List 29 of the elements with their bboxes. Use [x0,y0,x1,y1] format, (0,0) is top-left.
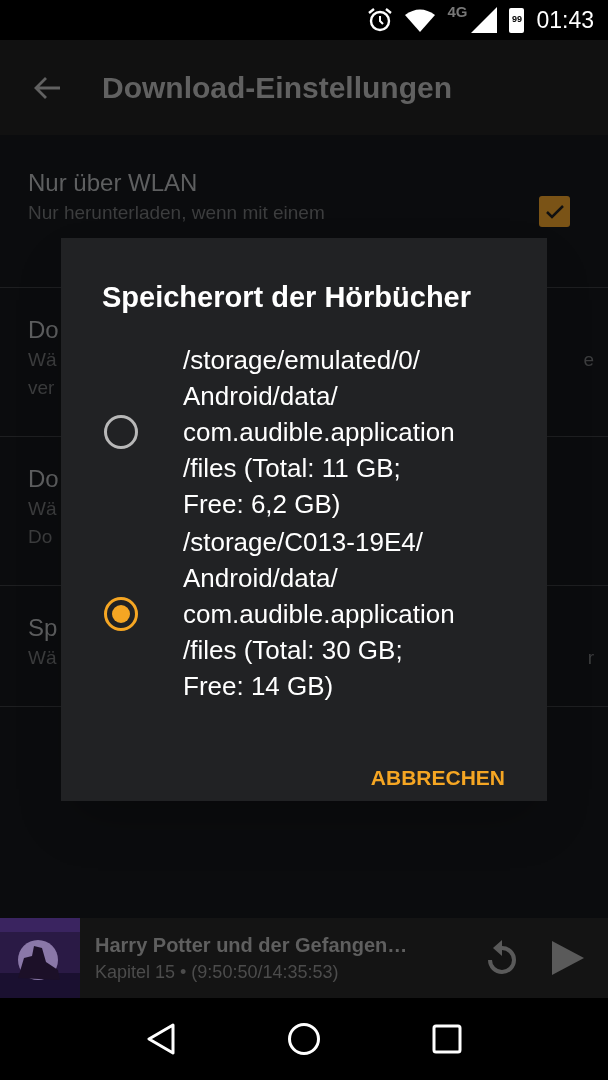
replay-icon [485,940,519,976]
storage-path: /storage/emulated/0/ Android/data/ com.audible.application /files (Total: 11 GB; Free: 6,2 GB) [183,343,455,521]
circle-icon [287,1022,321,1056]
cancel-button[interactable]: ABBRECHEN [362,755,513,799]
dialog-title: Speicherort der Hörbücher [102,280,472,315]
battery-icon: 99 [509,7,525,33]
setting-title: Do [28,464,59,494]
play-icon [552,941,584,975]
clock: 01:43 [536,5,594,35]
recents-button[interactable] [432,1024,463,1054]
signal-icon [471,7,498,33]
square-icon [432,1024,463,1054]
back-arrow-icon [34,75,62,100]
network-label: 4G [447,2,468,22]
back-nav-button[interactable] [145,1023,176,1055]
screen-title: Download-Einstellungen [102,70,452,106]
book-title: Harry Potter und der Gefangen… [95,933,408,958]
setting-title: Sp [28,613,58,643]
setting-title: Nur über WLAN [28,168,198,198]
wifi-icon [405,8,436,32]
alarm-icon [367,7,394,33]
radio-button[interactable] [104,596,138,631]
checkmark-icon [544,203,565,220]
storage-path: /storage/C013-19E4/ Android/data/ com.audible.application /files (Total: 30 GB; Free: 14 GB) [183,525,455,703]
radio-button[interactable] [104,414,138,449]
checkbox[interactable] [539,196,570,227]
home-button[interactable] [287,1022,321,1056]
triangle-icon [145,1023,176,1055]
setting-title: Do [28,315,59,345]
